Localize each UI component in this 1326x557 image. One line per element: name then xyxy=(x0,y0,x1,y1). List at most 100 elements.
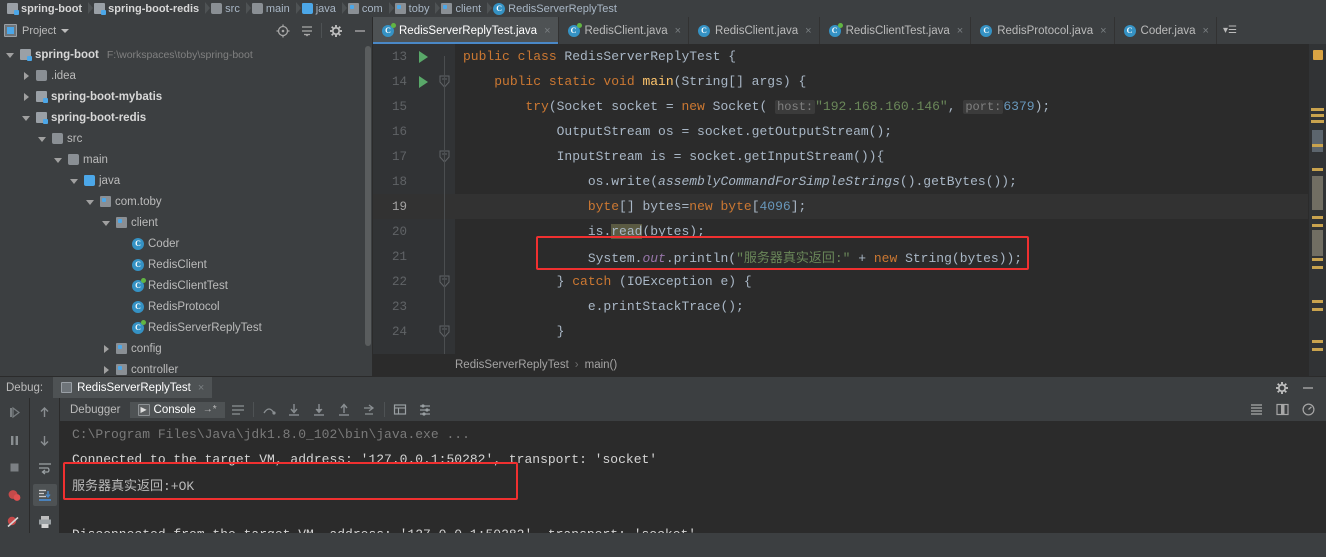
print-icon[interactable] xyxy=(33,512,57,533)
settings-list-icon[interactable] xyxy=(413,398,437,422)
debug-tab-debugger[interactable]: Debugger xyxy=(62,402,129,418)
chevron-down-icon[interactable] xyxy=(61,28,70,33)
tree-node-spring-boot-redis[interactable]: spring-boot-redis xyxy=(0,107,372,128)
console-output[interactable]: C:\Program Files\Java\jdk1.8.0_102\bin\j… xyxy=(60,422,1326,533)
chevron-down-icon[interactable] xyxy=(86,197,96,207)
chevron-down-icon[interactable] xyxy=(38,134,48,144)
hide-icon[interactable] xyxy=(1296,376,1320,400)
breadcrumb-item-com[interactable]: com xyxy=(341,0,390,17)
project-tree[interactable]: spring-boot F:\workspaces\toby\spring-boo… xyxy=(0,44,373,376)
run-gutter-icon[interactable] xyxy=(413,50,433,63)
tree-node-src[interactable]: src xyxy=(0,128,372,149)
chevron-down-icon[interactable] xyxy=(22,113,32,123)
tree-node--idea[interactable]: .idea xyxy=(0,65,372,86)
tree-node-spring-boot-mybatis[interactable]: spring-boot-mybatis xyxy=(0,86,372,107)
code-line[interactable]: 24 } xyxy=(373,319,1308,344)
scroll-to-end-icon[interactable] xyxy=(32,484,57,506)
step-out-icon[interactable] xyxy=(332,398,356,422)
tree-node-controller[interactable]: controller xyxy=(0,359,372,376)
gear-icon[interactable] xyxy=(1270,376,1294,400)
tree-node-spring-boot[interactable]: spring-boot F:\workspaces\toby\spring-boo… xyxy=(0,44,372,65)
force-step-into-icon[interactable] xyxy=(307,398,331,422)
collapse-all-icon[interactable] xyxy=(295,19,319,43)
code-line[interactable]: 17 InputStream is = socket.getInputStrea… xyxy=(373,144,1308,169)
editor-tab-redisprotocol[interactable]: C RedisProtocol.java × xyxy=(971,17,1115,44)
editor-marker-bar[interactable] xyxy=(1308,44,1326,376)
stop-icon[interactable] xyxy=(3,457,27,478)
breadcrumb-item-java[interactable]: java xyxy=(295,0,343,17)
code-line[interactable]: 15 try(Socket socket = new Socket( host:… xyxy=(373,94,1308,119)
gear-icon[interactable] xyxy=(324,19,348,43)
project-tree-scrollbar[interactable] xyxy=(365,46,371,346)
code-lines[interactable]: 13 public class RedisServerReplyTest {14 … xyxy=(373,44,1308,376)
console-view-icon[interactable] xyxy=(1244,398,1268,422)
tree-node-com-toby[interactable]: com.toby xyxy=(0,191,372,212)
tree-node-main[interactable]: main xyxy=(0,149,372,170)
chevron-right-icon[interactable] xyxy=(22,71,32,81)
code-line[interactable]: 18 os.write(assemblyCommandForSimpleStri… xyxy=(373,169,1308,194)
tree-node-redisserverreplytest[interactable]: C RedisServerReplyTest xyxy=(0,317,372,338)
layout-icon[interactable] xyxy=(1270,398,1294,422)
pause-program-icon[interactable] xyxy=(3,429,27,450)
chevron-down-icon[interactable] xyxy=(6,50,16,60)
tree-node-client[interactable]: client xyxy=(0,212,372,233)
breadcrumb-item-spring-boot[interactable]: spring-boot xyxy=(2,0,89,17)
evaluate-expression-icon[interactable] xyxy=(388,398,412,422)
tree-node-redisprotocol[interactable]: C RedisProtocol xyxy=(0,296,372,317)
close-icon[interactable]: × xyxy=(1203,25,1209,37)
close-icon[interactable]: × xyxy=(544,25,550,37)
pin-tab-icon[interactable]: →* xyxy=(203,404,217,415)
chevron-down-icon[interactable] xyxy=(54,155,64,165)
code-line[interactable]: 23 e.printStackTrace(); xyxy=(373,294,1308,319)
tree-node-config[interactable]: config xyxy=(0,338,372,359)
breadcrumb-item-main[interactable]: main xyxy=(245,0,297,17)
scroll-down-icon[interactable] xyxy=(33,429,57,450)
breadcrumb-class[interactable]: RedisServerReplyTest xyxy=(455,359,569,371)
tabs-overflow-icon[interactable]: ▾☰ xyxy=(1217,17,1243,44)
breadcrumb-item-spring-boot-redis[interactable]: spring-boot-redis xyxy=(88,0,206,17)
gauge-icon[interactable] xyxy=(1296,398,1320,422)
chevron-right-icon[interactable] xyxy=(102,344,112,354)
step-into-icon[interactable] xyxy=(282,398,306,422)
soft-wrap-icon[interactable] xyxy=(226,398,250,422)
view-breakpoints-icon[interactable] xyxy=(3,484,27,505)
project-panel-title[interactable]: Project xyxy=(4,24,70,37)
chevron-down-icon[interactable] xyxy=(70,176,80,186)
code-editor[interactable]: 13 public class RedisServerReplyTest {14 … xyxy=(373,44,1326,376)
step-over-icon[interactable] xyxy=(257,398,281,422)
editor-tab-redisclienttest[interactable]: C RedisClientTest.java × xyxy=(820,17,972,44)
tree-node-redisclienttest[interactable]: C RedisClientTest xyxy=(0,275,372,296)
run-gutter-icon[interactable] xyxy=(413,75,433,88)
editor-tab-redisclient[interactable]: C RedisClient.java × xyxy=(689,17,820,44)
debug-tab-console[interactable]: ▶ Console →* xyxy=(129,401,225,418)
editor-tab-coder[interactable]: C Coder.java × xyxy=(1115,17,1217,44)
breadcrumb-item-toby[interactable]: toby xyxy=(388,0,437,17)
breadcrumb-item-redisserverreplytest[interactable]: C RedisServerReplyTest xyxy=(487,0,624,17)
code-line[interactable]: 21 System.out.println("服务器真实返回:" + new S… xyxy=(373,244,1308,269)
editor-tab-redisclient[interactable]: C RedisClient.java × xyxy=(559,17,690,44)
close-icon[interactable]: × xyxy=(957,25,963,37)
code-line[interactable]: 13 public class RedisServerReplyTest { xyxy=(373,44,1308,69)
breadcrumb-item-client[interactable]: client xyxy=(435,0,488,17)
chevron-right-icon[interactable] xyxy=(22,92,32,102)
hide-icon[interactable] xyxy=(348,19,372,43)
close-icon[interactable]: × xyxy=(198,382,204,394)
scroll-up-icon[interactable] xyxy=(33,402,57,423)
run-to-cursor-icon[interactable] xyxy=(357,398,381,422)
close-icon[interactable]: × xyxy=(1100,25,1106,37)
close-icon[interactable]: × xyxy=(805,25,811,37)
code-line[interactable]: 22 } catch (IOException e) { xyxy=(373,269,1308,294)
breadcrumb-method[interactable]: main() xyxy=(585,359,618,371)
code-line[interactable]: 19 byte[] bytes=new byte[4096]; xyxy=(373,194,1308,219)
code-line[interactable]: 16 OutputStream os = socket.getOutputStr… xyxy=(373,119,1308,144)
tree-node-java[interactable]: java xyxy=(0,170,372,191)
chevron-right-icon[interactable] xyxy=(102,365,112,375)
editor-tab-redisserverreplytest[interactable]: C RedisServerReplyTest.java × xyxy=(373,17,559,44)
resume-program-icon[interactable] xyxy=(3,402,27,423)
breadcrumb-item-src[interactable]: src xyxy=(205,0,247,17)
tree-node-redisclient[interactable]: C RedisClient xyxy=(0,254,372,275)
chevron-down-icon[interactable] xyxy=(102,218,112,228)
mute-breakpoints-icon[interactable] xyxy=(3,512,27,533)
locate-icon[interactable] xyxy=(271,19,295,43)
soft-wrap-lines-icon[interactable] xyxy=(33,457,57,478)
